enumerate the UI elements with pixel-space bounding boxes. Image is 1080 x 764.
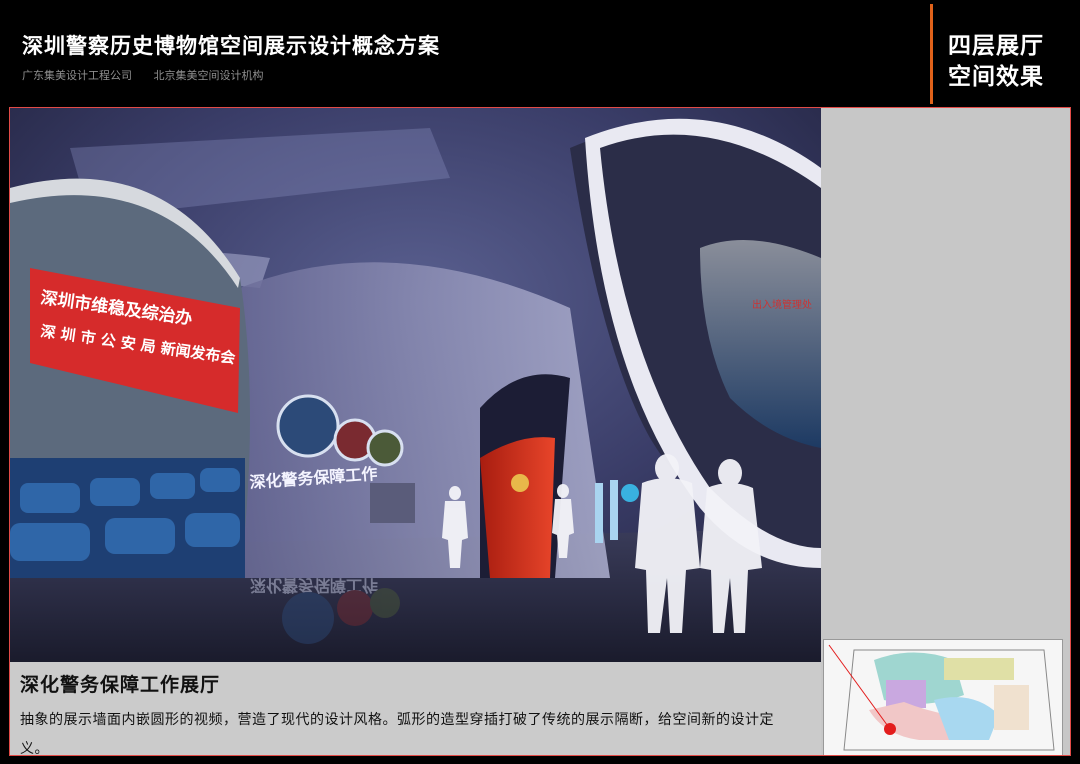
caption-title: 深化警务保障工作展厅: [20, 674, 221, 696]
section-label: 四层展厅 空间效果: [948, 31, 1044, 93]
org-name-1: 广东集美设计工程公司: [22, 69, 132, 82]
org-name-2: 北京集美空间设计机构: [153, 69, 264, 82]
header-accent-divider: [930, 4, 933, 104]
section-label-line1: 四层展厅: [948, 33, 1044, 59]
caption-description: 抽象的展示墙面内嵌圆形的视频，营造了现代的设计风格。弧形的造型穿插打破了传统的展…: [20, 712, 774, 756]
caption-panel: 深化警务保障工作展厅 抽象的展示墙面内嵌圆形的视频，营造了现代的设计风格。弧形的…: [10, 662, 821, 756]
page-title: 深圳警察历史博物馆空间展示设计概念方案: [22, 34, 440, 58]
right-photo-sign: 出入境管理处: [752, 298, 812, 311]
organization-list: 广东集美设计工程公司 北京集美空间设计机构: [22, 67, 282, 83]
hall-rendering: 出入境管理处 深圳市维稳及综治办 深 圳 市 公 安 局 新闻发布会 深化警务保…: [10, 108, 821, 662]
hall-rendering-illustration: 出入境管理处 深圳市维稳及综治办 深 圳 市 公 安 局 新闻发布会 深化警务保…: [10, 108, 821, 662]
main-frame: 出入境管理处 深圳市维稳及综治办 深 圳 市 公 安 局 新闻发布会 深化警务保…: [9, 107, 1071, 756]
page-header: 深圳警察历史博物馆空间展示设计概念方案 广东集美设计工程公司 北京集美空间设计机…: [0, 0, 1080, 106]
floor-plan-illustration: [824, 640, 1062, 755]
section-label-line2: 空间效果: [948, 64, 1044, 90]
floor-plan-thumbnail: [823, 639, 1063, 755]
